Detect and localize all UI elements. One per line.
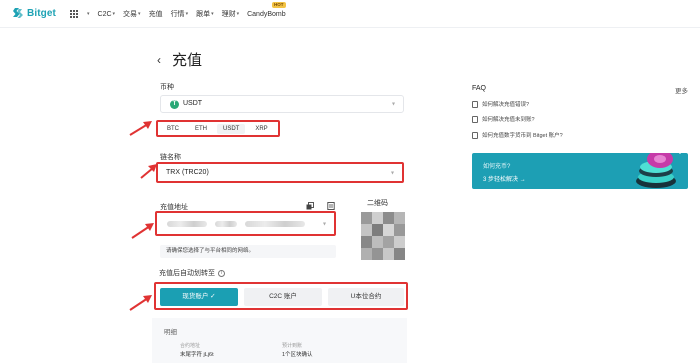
address-blurred-part [167, 221, 207, 227]
chevron-down-icon: ▾ [185, 11, 189, 17]
usdt-coin-icon: T [170, 100, 179, 109]
chip-xrp[interactable]: XRP [249, 124, 273, 134]
faq-more-link[interactable]: 更多 [675, 85, 688, 95]
banner-title: 如何充币? [483, 164, 511, 170]
annotation-arrow [131, 223, 154, 239]
coin-select[interactable]: T USDT ▾ [160, 95, 404, 113]
network-label: 链名称 [160, 154, 181, 161]
details-panel: 明细 合约地址 末尾字符 jLj6t 预计到账 1个区块确认 [152, 318, 407, 363]
chevron-down-icon: ▾ [112, 11, 116, 17]
bitget-logo-icon [12, 7, 24, 19]
faq-title: FAQ [472, 85, 487, 92]
nav-item-label: CandyBomb [247, 10, 286, 18]
hot-badge: HOT [272, 2, 286, 8]
coins-illustration-icon [636, 153, 681, 188]
chip-btc[interactable]: BTC [161, 124, 185, 134]
document-icon[interactable] [327, 202, 335, 210]
apps-grid-icon[interactable] [70, 9, 79, 19]
logo[interactable]: Bitget [12, 7, 56, 19]
chip-eth[interactable]: ETH [189, 124, 213, 134]
banner-link[interactable]: 3 步轻松解决 → [483, 174, 526, 183]
nav-menu: ▾ C2C ▾ 交易 ▾ 充值 行情 ▾ 跟单 ▾ 理财 ▾ CandyBomb [70, 9, 286, 19]
faq-item[interactable]: 如何充值数字货币到 Bitget 账户? [472, 131, 563, 139]
usdt-futures-button[interactable]: U本位合约 [328, 288, 404, 306]
network-select[interactable]: TRX (TRC20) ▾ [156, 162, 404, 183]
coin-label: 币种 [160, 84, 174, 91]
annotation-arrow [129, 295, 152, 311]
nav-item-trade[interactable]: 交易 ▾ [123, 9, 141, 19]
annotation-arrow [129, 121, 152, 136]
nav-item-label: 理财 [221, 11, 236, 18]
account-options: 现货账户 ✓ C2C 账户 U本位合约 [154, 282, 408, 310]
network-hint: 请确保您选择了与平台相同的网络。 [160, 245, 336, 258]
auto-transfer-label: 充值后自动划转至 i [159, 268, 225, 278]
check-icon: ✓ [210, 293, 216, 300]
document-icon [472, 131, 478, 139]
copy-icon[interactable] [306, 202, 314, 210]
detail-key: 预计到账 [282, 343, 303, 349]
nav-item-label: C2C [97, 10, 112, 18]
banner-link-label: 3 步轻松解决 [483, 177, 519, 183]
document-icon [472, 115, 478, 123]
faq-item-label: 如何解决充值未到账? [482, 117, 535, 123]
details-title: 明细 [164, 329, 177, 336]
spot-account-button[interactable]: 现货账户 ✓ [160, 288, 238, 306]
chevron-down-icon: ▾ [391, 101, 395, 108]
logo-text: Bitget [27, 7, 56, 19]
how-to-deposit-banner[interactable]: 如何充币? 3 步轻松解决 → [472, 153, 688, 189]
deposit-address-field[interactable]: ▾ [155, 211, 336, 236]
annotation-arrow [140, 164, 157, 179]
nav-item-label: 跟单 [196, 11, 211, 18]
faq-item[interactable]: 如何解决充值错误? [472, 100, 529, 108]
detail-key: 合约地址 [180, 343, 201, 349]
nav-item-copy-trading[interactable]: 跟单 ▾ [196, 9, 214, 19]
nav-item-markets[interactable]: 行情 ▾ [171, 9, 189, 19]
coin-select-value: USDT [183, 100, 203, 107]
nav-item-candybomb[interactable]: CandyBomb [247, 11, 286, 18]
chevron-down-icon: ▾ [322, 221, 326, 227]
nav-item-c2c[interactable]: C2C ▾ [98, 11, 116, 18]
document-icon [472, 100, 478, 108]
address-blurred-part [245, 221, 305, 227]
faq-item[interactable]: 如何解决充值未到账? [472, 115, 535, 123]
qr-label: 二维码 [367, 200, 388, 207]
chevron-down-icon: ▾ [87, 11, 90, 17]
chip-usdt[interactable]: USDT [217, 123, 246, 134]
nav-item-label: 交易 [123, 11, 138, 18]
page-title: 充值 [172, 52, 203, 69]
chevron-down-icon: ▾ [211, 11, 214, 17]
nav-item-label: 充值 [148, 11, 163, 18]
nav-item-earn[interactable]: 理财 ▾ [222, 9, 240, 19]
c2c-account-button[interactable]: C2C 账户 [244, 288, 322, 306]
info-icon[interactable]: i [218, 269, 225, 277]
faq-item-label: 如何解决充值错误? [482, 102, 530, 108]
detail-value: 1个区块确认 [282, 352, 313, 358]
top-nav: Bitget ▾ C2C ▾ 交易 ▾ 充值 行情 ▾ 跟单 ▾ 理财 ▾ CandyBo… [0, 0, 700, 28]
network-select-value: TRX (TRC20) [166, 169, 209, 176]
auto-transfer-text: 充值后自动划转至 [159, 270, 215, 277]
chevron-down-icon: ▾ [390, 170, 394, 176]
chevron-down-icon: ▾ [138, 11, 141, 17]
nav-item-deposit[interactable]: 充值 [149, 9, 163, 19]
arrow-right-icon: → [519, 177, 526, 183]
quick-coin-chips: BTC ETH USDT XRP [156, 120, 280, 137]
nav-item-label: 行情 [170, 11, 185, 18]
address-blurred-part [215, 221, 237, 227]
faq-item-label: 如何充值数字货币到 Bitget 账户? [482, 133, 563, 139]
chevron-down-icon: ▾ [236, 11, 240, 17]
account-label: 现货账户 [182, 293, 209, 300]
back-arrow-icon[interactable]: ‹ [157, 53, 161, 67]
qr-code-image [361, 212, 405, 260]
detail-value: 末尾字符 jLj6t [180, 352, 214, 358]
